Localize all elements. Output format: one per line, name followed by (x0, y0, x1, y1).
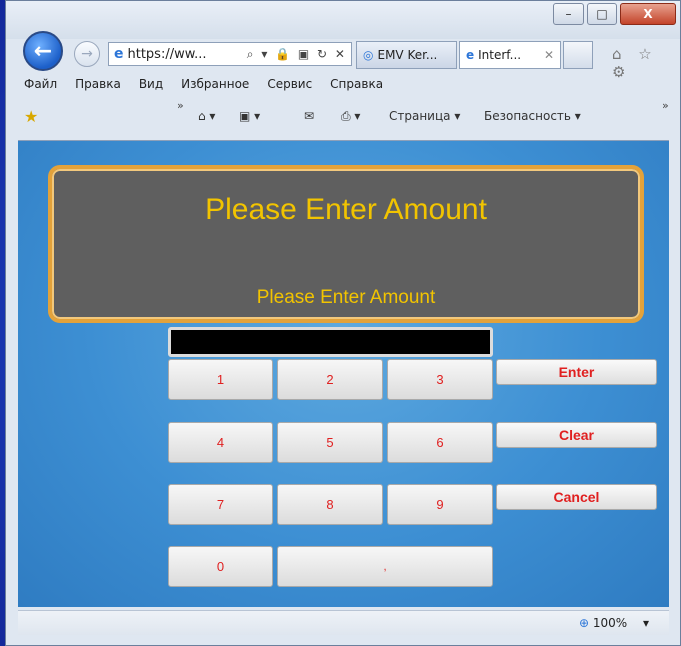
key-7[interactable]: 7 (168, 484, 273, 525)
mail-button[interactable]: ✉ (304, 109, 314, 123)
chevron-down-icon: ▾ (642, 616, 649, 630)
safety-menu[interactable]: Безопасность ▾ (484, 109, 581, 123)
tab-label: Interf... (478, 48, 522, 62)
key-0[interactable]: 0 (168, 546, 273, 587)
close-window-button[interactable]: X (620, 3, 676, 25)
zoom-icon: ⊕ (578, 616, 589, 630)
toolbar-right-icons[interactable]: ⌂ ☆ ⚙ (612, 45, 680, 81)
tab-label: EMV Ker... (377, 48, 438, 62)
zoom-control[interactable]: ⊕ 100% ▾ (579, 616, 649, 630)
page-content: Please Enter Amount Please Enter Amount … (18, 140, 669, 607)
menu-favorites[interactable]: Избранное (181, 77, 249, 97)
home-button[interactable]: ⌂ ▾ (198, 109, 215, 123)
back-arrow-icon: ← (33, 38, 53, 64)
zoom-level: 100% (592, 616, 628, 630)
feeds-button[interactable]: ▣ ▾ (239, 109, 260, 123)
key-2[interactable]: 2 (277, 359, 383, 400)
key-9[interactable]: 9 (387, 484, 493, 525)
maximize-button[interactable]: □ (587, 3, 617, 25)
new-tab-button[interactable] (563, 41, 593, 69)
prompt-panel: Please Enter Amount Please Enter Amount (48, 165, 644, 323)
menu-edit[interactable]: Правка (75, 77, 121, 97)
address-text: https://ww... (127, 46, 207, 62)
tab-close-icon[interactable]: ✕ (544, 48, 554, 62)
menu-file[interactable]: Файл (24, 77, 57, 97)
menu-view[interactable]: Вид (139, 77, 163, 97)
menu-tools[interactable]: Сервис (267, 77, 312, 97)
address-bar[interactable]: e https://ww... ⌕ ▾ 🔒 ▣ ↻ ✕ (108, 42, 352, 66)
ie-tab-icon: ◎ (363, 48, 374, 62)
clear-button[interactable]: Clear (496, 422, 657, 448)
menu-help[interactable]: Справка (330, 77, 383, 97)
key-decimal[interactable]: , (277, 546, 493, 587)
print-button[interactable]: ⎙ ▾ (341, 109, 360, 124)
key-3[interactable]: 3 (387, 359, 493, 400)
minimize-button[interactable]: – (553, 3, 584, 25)
favorites-star-icon[interactable]: ★ (24, 107, 38, 126)
menu-bar: Файл Правка Вид Избранное Сервис Справка (6, 77, 680, 97)
tab-emv-kernel[interactable]: ◎ EMV Ker... (356, 41, 457, 69)
amount-display (168, 327, 493, 357)
key-8[interactable]: 8 (277, 484, 383, 525)
forward-button[interactable]: → (74, 41, 100, 67)
ie-page-icon: e (114, 46, 124, 62)
back-button[interactable]: ← (23, 31, 63, 71)
command-bar: ★ » ⌂ ▾ ▣ ▾ ✉ ⎙ ▾ Страница ▾ Безопасност… (6, 99, 680, 131)
key-5[interactable]: 5 (277, 422, 383, 463)
key-4[interactable]: 4 (168, 422, 273, 463)
ie-tab-icon: e (466, 48, 475, 62)
forward-arrow-icon: → (81, 46, 93, 62)
prompt-subtitle: Please Enter Amount (256, 287, 436, 308)
address-tools-icons[interactable]: ⌕ ▾ 🔒 ▣ ↻ ✕ (247, 47, 347, 62)
page-menu[interactable]: Страница ▾ (389, 109, 460, 123)
title-bar: – □ X (6, 1, 680, 39)
status-bar: ⊕ 100% ▾ (18, 610, 669, 635)
tab-interface[interactable]: e Interf... ✕ (459, 41, 561, 69)
enter-button[interactable]: Enter (496, 359, 657, 385)
chevron-icon[interactable]: » (177, 99, 184, 112)
cancel-button[interactable]: Cancel (496, 484, 657, 510)
key-1[interactable]: 1 (168, 359, 273, 400)
chevron-icon[interactable]: » (662, 99, 669, 112)
page-title: Please Enter Amount (205, 193, 487, 226)
key-6[interactable]: 6 (387, 422, 493, 463)
